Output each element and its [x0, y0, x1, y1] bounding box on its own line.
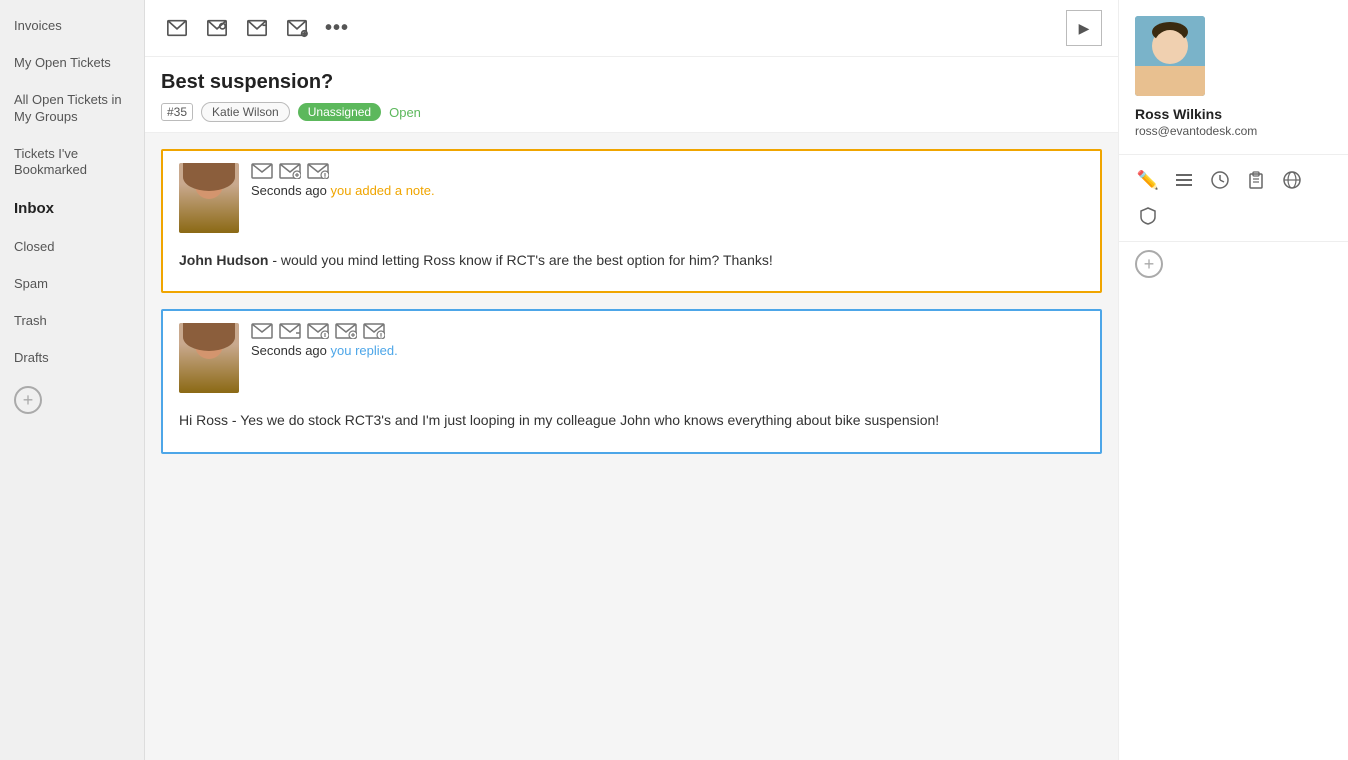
- sidebar-item-invoices[interactable]: Invoices: [0, 8, 144, 45]
- sidebar-item-my-open-tickets[interactable]: My Open Tickets: [0, 45, 144, 82]
- contact-name: Ross Wilkins: [1135, 106, 1332, 122]
- ticket-status-open: Open: [389, 105, 421, 120]
- message-reply-header: Seconds ago you replied.: [251, 323, 398, 358]
- avatar-note: [179, 163, 239, 233]
- compose-icon[interactable]: [281, 12, 313, 44]
- message-note-top: Seconds ago you added a note.: [163, 151, 1100, 241]
- message-reply-top: Seconds ago you replied.: [163, 311, 1100, 401]
- reply-envelope-icon-2[interactable]: [279, 323, 301, 339]
- message-reply-action: you replied.: [331, 343, 398, 358]
- messages-area: Seconds ago you added a note. John Hudso…: [145, 133, 1118, 760]
- reply-envelope-icon-1[interactable]: [251, 323, 273, 339]
- message-reply-body: Hi Ross - Yes we do stock RCT3's and I'm…: [163, 401, 1100, 451]
- message-note-body: John Hudson - would you mind letting Ros…: [163, 241, 1100, 291]
- ticket-title: Best suspension?: [161, 71, 1102, 94]
- reply-all-icon[interactable]: [201, 12, 233, 44]
- envelope-icon-1[interactable]: [251, 163, 273, 179]
- envelope-icon-2[interactable]: [279, 163, 301, 179]
- sidebar-item-inbox[interactable]: Inbox: [0, 189, 144, 229]
- shield-icon[interactable]: [1135, 203, 1161, 229]
- contact-card: Ross Wilkins ross@evantodesk.com: [1119, 0, 1348, 155]
- sidebar-item-drafts[interactable]: Drafts: [0, 340, 144, 377]
- sidebar: Invoices My Open Tickets All Open Ticket…: [0, 0, 145, 760]
- sidebar-item-bookmarked[interactable]: Tickets I've Bookmarked: [0, 136, 144, 190]
- play-button[interactable]: ▶: [1066, 10, 1102, 46]
- avatar-reply: [179, 323, 239, 393]
- sidebar-item-all-open-tickets[interactable]: All Open Tickets in My Groups: [0, 82, 144, 136]
- edit-icon[interactable]: ✏️: [1135, 167, 1161, 193]
- more-options-icon[interactable]: •••: [325, 17, 349, 40]
- ticket-number-badge: #35: [161, 103, 193, 121]
- message-reply-icons: [251, 323, 398, 339]
- contact-avatar: [1135, 16, 1205, 96]
- ticket-person-badge[interactable]: Katie Wilson: [201, 102, 290, 122]
- add-action-button[interactable]: +: [1135, 250, 1163, 278]
- toolbar: ••• ▶: [145, 0, 1118, 57]
- sidebar-item-trash[interactable]: Trash: [0, 303, 144, 340]
- reply-envelope-icon-5[interactable]: [363, 323, 385, 339]
- ticket-meta: #35 Katie Wilson Unassigned Open: [161, 102, 1102, 122]
- envelope-icon-3[interactable]: [307, 163, 329, 179]
- main-content: ••• ▶ Best suspension? #35 Katie Wilson …: [145, 0, 1118, 760]
- message-note-header: Seconds ago you added a note.: [251, 163, 435, 198]
- forward-icon[interactable]: [241, 12, 273, 44]
- sidebar-item-closed[interactable]: Closed: [0, 229, 144, 266]
- ticket-header: Best suspension? #35 Katie Wilson Unassi…: [145, 57, 1118, 133]
- message-note-time: Seconds ago you added a note.: [251, 183, 435, 198]
- right-panel: Ross Wilkins ross@evantodesk.com ✏️ +: [1118, 0, 1348, 760]
- list-icon[interactable]: [1171, 167, 1197, 193]
- clock-icon[interactable]: [1207, 167, 1233, 193]
- add-circle-icon[interactable]: +: [14, 386, 42, 414]
- reply-envelope-icon-3[interactable]: [307, 323, 329, 339]
- reply-envelope-icon-4[interactable]: [335, 323, 357, 339]
- globe-icon[interactable]: [1279, 167, 1305, 193]
- ticket-unassigned-badge[interactable]: Unassigned: [298, 103, 381, 121]
- message-note-action: you added a note.: [331, 183, 435, 198]
- message-note-icons: [251, 163, 435, 179]
- message-reply-time: Seconds ago you replied.: [251, 343, 398, 358]
- sidebar-add-button[interactable]: +: [0, 376, 144, 424]
- clipboard-icon[interactable]: [1243, 167, 1269, 193]
- contact-email: ross@evantodesk.com: [1135, 124, 1332, 138]
- message-note: Seconds ago you added a note. John Hudso…: [161, 149, 1102, 293]
- contact-actions: ✏️: [1119, 155, 1348, 242]
- message-reply: Seconds ago you replied. Hi Ross - Yes w…: [161, 309, 1102, 453]
- reply-icon[interactable]: [161, 12, 193, 44]
- sidebar-item-spam[interactable]: Spam: [0, 266, 144, 303]
